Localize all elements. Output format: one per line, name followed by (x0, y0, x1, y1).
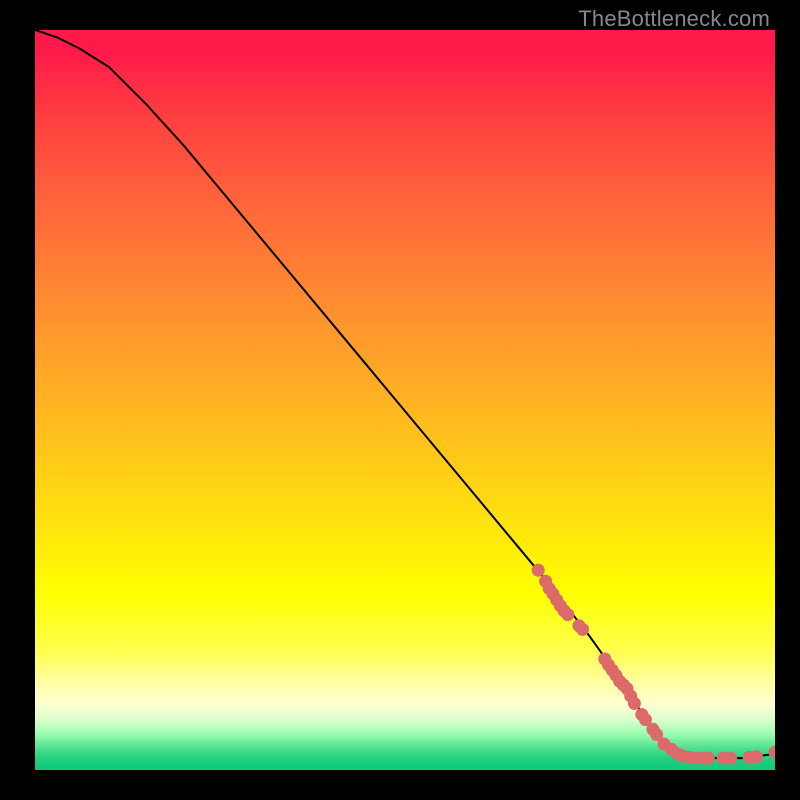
bottleneck-curve (35, 30, 775, 758)
marker-point (769, 746, 776, 759)
marker-point (628, 697, 641, 710)
chart-plot-area (35, 30, 775, 770)
marker-point (724, 752, 737, 765)
marker-point (702, 752, 715, 765)
chart-svg-overlay (35, 30, 775, 770)
marker-point (576, 623, 589, 636)
marker-point (532, 564, 545, 577)
marker-point (750, 750, 763, 763)
attribution-text: TheBottleneck.com (578, 6, 770, 32)
marker-point (561, 608, 574, 621)
marker-points-group (532, 564, 775, 765)
